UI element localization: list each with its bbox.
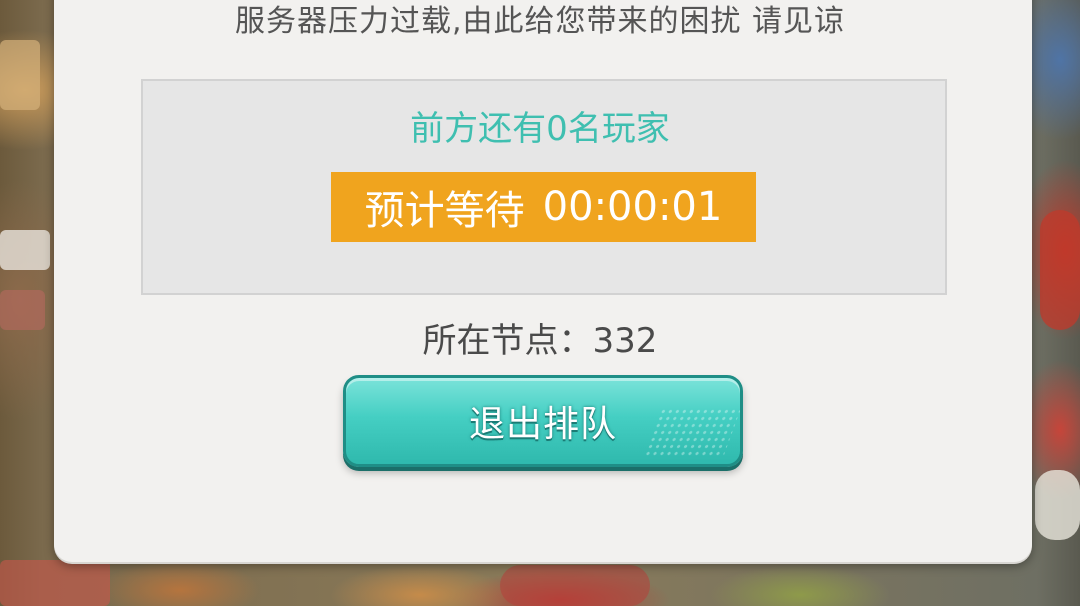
exit-queue-button[interactable]: 退出排队 [343, 375, 743, 467]
background-decoration [0, 230, 50, 270]
background-decoration [1040, 210, 1080, 330]
exit-queue-label: 退出排队 [468, 404, 617, 445]
game-background: 服务器压力过载,由此给您带来的困扰 请见谅 前方还有0名玩家 预计等待 00:0… [0, 0, 1080, 606]
overload-notice: 服务器压力过载,由此给您带来的困扰 请见谅 [234, 4, 846, 39]
background-decoration [500, 565, 650, 606]
estimated-wait-bar: 预计等待 00:00:01 [331, 172, 756, 242]
background-decoration [1035, 470, 1080, 540]
estimated-wait-time: 00:00:01 [542, 184, 723, 230]
background-decoration [0, 560, 110, 606]
background-decoration [0, 40, 40, 110]
players-ahead-text: 前方还有0名玩家 [410, 109, 670, 149]
button-dot-pattern [642, 408, 740, 458]
estimated-wait-label: 预计等待 [364, 188, 525, 234]
server-node-text: 所在节点：332 [422, 321, 658, 361]
